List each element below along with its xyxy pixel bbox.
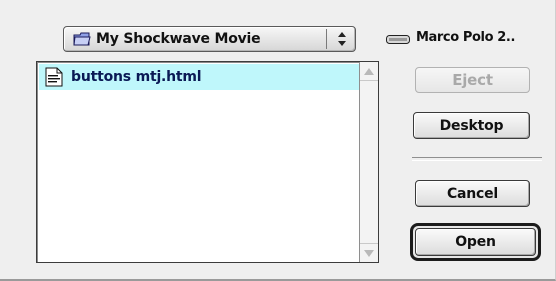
volume-name: Marco Polo 2.. <box>416 30 515 45</box>
open-file-dialog: My Shockwave Movie Marco Polo 2.. button… <box>0 0 556 281</box>
open-button[interactable]: Open <box>415 228 536 256</box>
eject-button[interactable]: Eject <box>415 67 530 93</box>
list-item[interactable]: buttons mtj.html <box>39 64 359 90</box>
scroll-down-arrow-icon[interactable] <box>360 243 378 262</box>
desktop-button[interactable]: Desktop <box>413 112 530 139</box>
disk-icon <box>386 35 410 44</box>
file-list[interactable]: buttons mtj.html <box>36 61 379 263</box>
folder-popup-menu[interactable]: My Shockwave Movie <box>63 26 356 52</box>
updown-arrows-icon <box>338 32 346 46</box>
popup-divider <box>326 29 327 49</box>
folder-popup-label: My Shockwave Movie <box>96 31 261 47</box>
html-document-icon <box>45 67 63 87</box>
cancel-button[interactable]: Cancel <box>415 180 530 207</box>
folder-icon <box>73 32 91 46</box>
scroll-up-arrow-icon[interactable] <box>360 62 378 81</box>
button-separator <box>412 157 542 161</box>
file-list-scrollbar[interactable] <box>359 62 378 262</box>
file-name: buttons mtj.html <box>71 69 202 85</box>
